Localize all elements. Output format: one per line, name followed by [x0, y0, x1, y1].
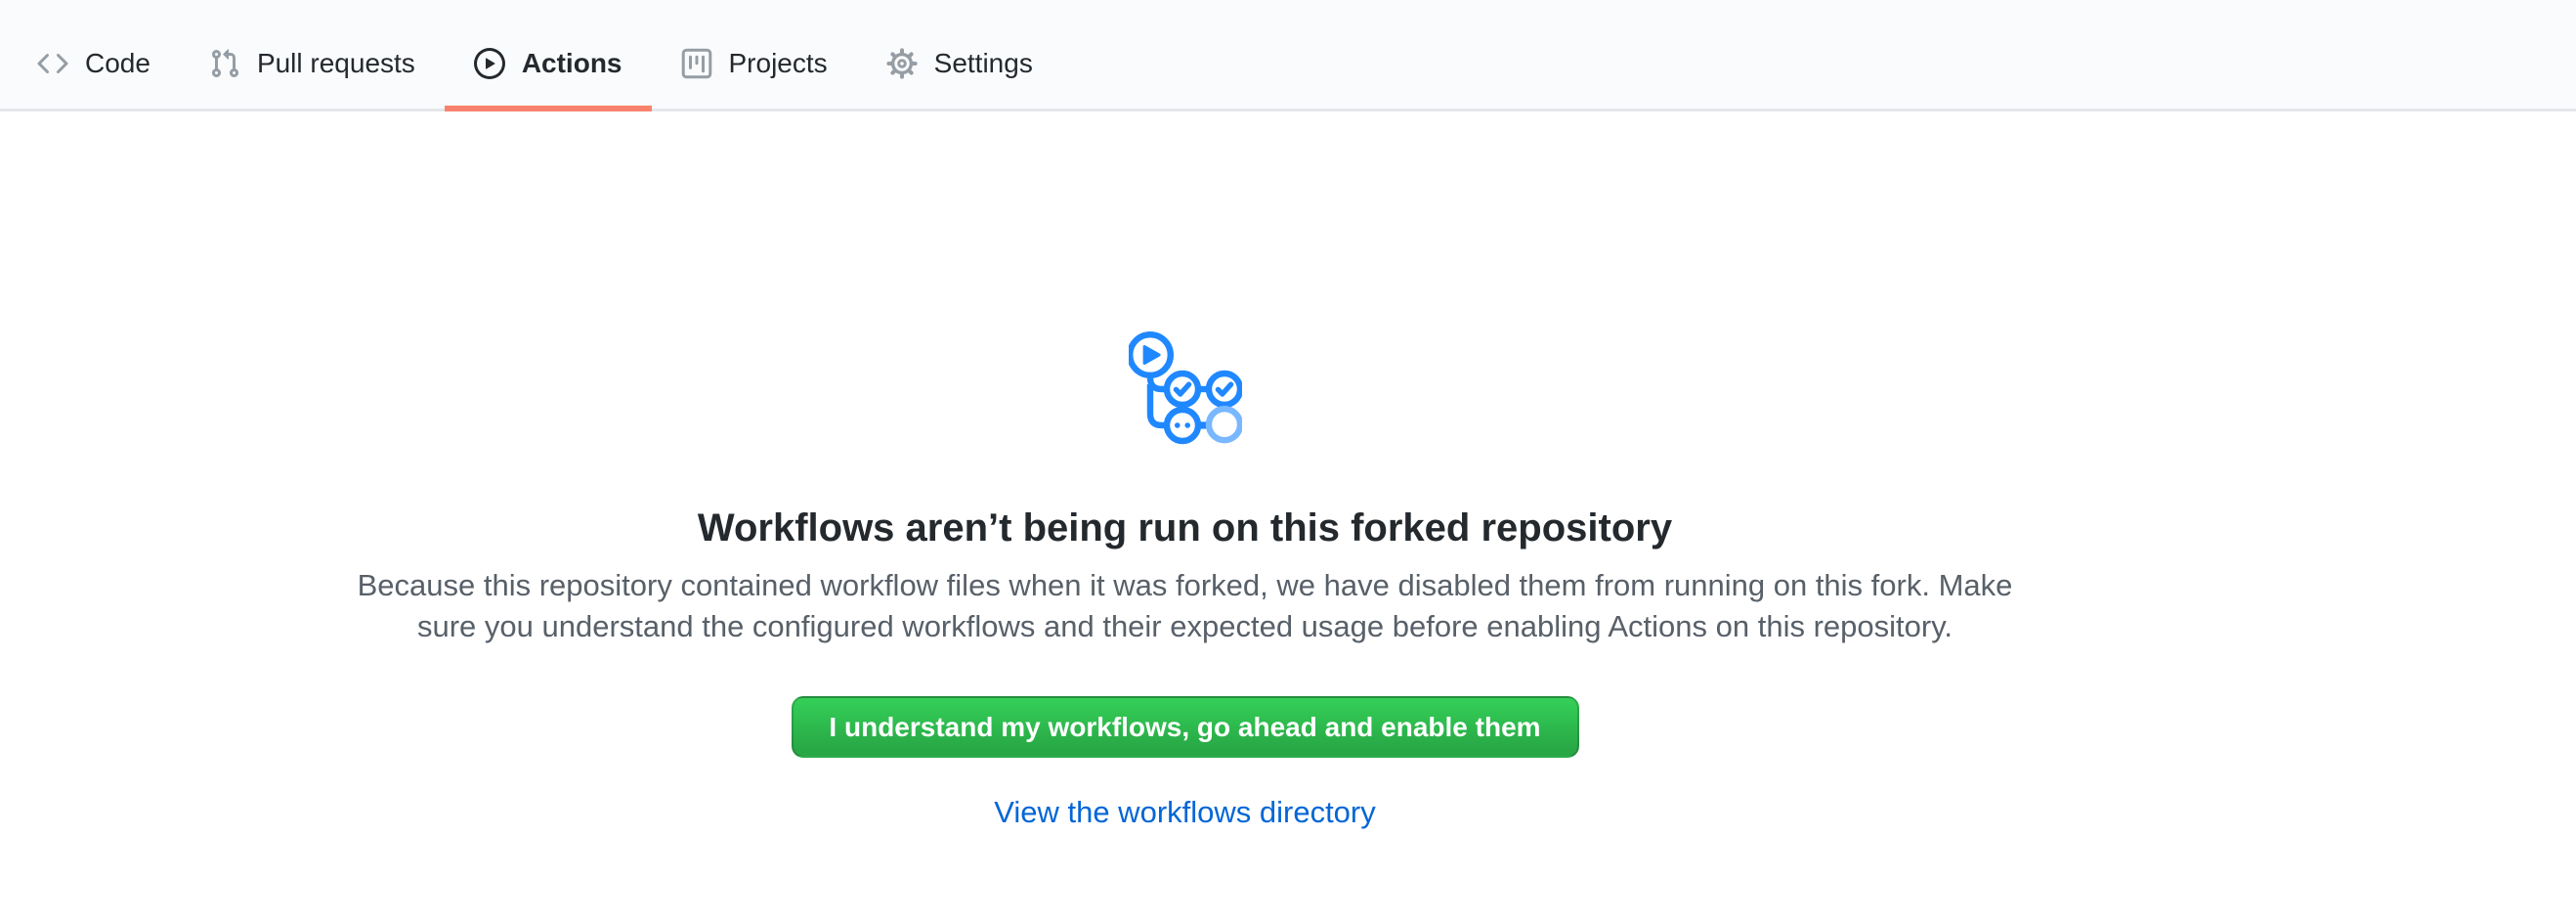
- workflow-graph-icon: [1129, 331, 1242, 445]
- notice-description: Because this repository contained workfl…: [0, 565, 2370, 647]
- workflows-directory-link[interactable]: View the workflows directory: [994, 795, 1376, 829]
- enable-workflows-button[interactable]: I understand my workflows, go ahead and …: [792, 696, 1579, 758]
- notice-title: Workflows aren’t being run on this forke…: [0, 505, 2370, 551]
- tab-label: Settings: [934, 50, 1033, 77]
- tab-actions[interactable]: Actions: [445, 18, 652, 109]
- tab-label: Pull requests: [257, 50, 415, 77]
- repo-nav: Code Pull requests Actions Projects: [0, 0, 2576, 111]
- actions-disabled-notice: Workflows aren’t being run on this forke…: [0, 111, 2370, 830]
- tab-projects[interactable]: Projects: [652, 18, 857, 109]
- tab-settings[interactable]: Settings: [857, 18, 1062, 109]
- tab-code[interactable]: Code: [8, 18, 180, 109]
- tab-label: Projects: [729, 50, 828, 77]
- gear-icon: [886, 48, 918, 79]
- code-icon: [37, 48, 68, 79]
- project-icon: [681, 48, 712, 79]
- git-pull-request-icon: [209, 48, 240, 79]
- play-icon: [474, 48, 505, 79]
- tab-label: Code: [85, 50, 150, 77]
- tab-label: Actions: [522, 50, 623, 77]
- tab-pull-requests[interactable]: Pull requests: [180, 18, 445, 109]
